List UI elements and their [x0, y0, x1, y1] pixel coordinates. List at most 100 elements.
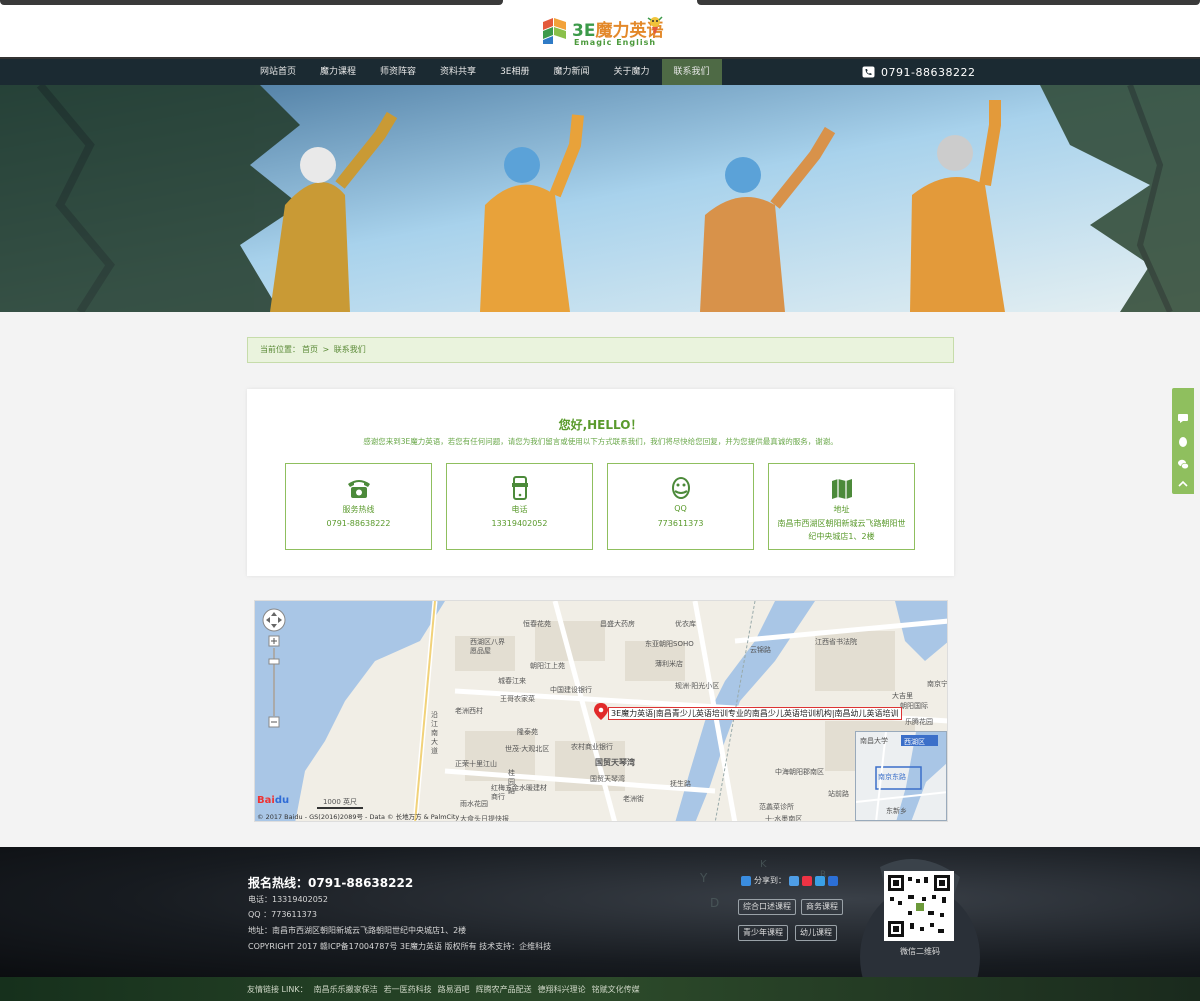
- contact-box-value: 13319402052: [491, 519, 548, 528]
- map-label: 抚生路: [670, 780, 691, 788]
- map-scale: 1000 英尺: [317, 797, 363, 809]
- contact-box-label: 地址: [833, 505, 850, 514]
- map-label: 中海朝阳郡南区: [775, 768, 824, 776]
- nav-item-news[interactable]: 魔力新闻: [541, 59, 601, 85]
- nav-item-home[interactable]: 网站首页: [248, 59, 308, 85]
- header-decor-right: [697, 0, 1200, 5]
- course-button-oral[interactable]: 综合口述课程: [738, 899, 796, 915]
- share-bar: 分享到：: [741, 875, 838, 886]
- nav-item-about[interactable]: 关于魔力: [602, 59, 662, 85]
- breadcrumb: 当前位置： 首页 > 联系我们: [247, 337, 954, 363]
- map-label: 愿品屋: [470, 647, 491, 655]
- map-label: 昌盛大药房: [600, 620, 635, 628]
- qq-penguin-icon: [671, 477, 690, 499]
- share-plus-icon[interactable]: [741, 875, 751, 886]
- map-label-district: 国贸天琴湾: [595, 758, 635, 767]
- friend-link[interactable]: 南昌乐乐搬家保洁: [314, 984, 378, 995]
- nav-phone: 0791-88638222: [862, 65, 975, 79]
- nav-item-courses[interactable]: 魔力课程: [308, 59, 368, 85]
- map-label: 站前路: [828, 790, 849, 798]
- hero-banner: [0, 85, 1200, 312]
- course-button-business[interactable]: 商务课程: [801, 899, 843, 915]
- contact-box-label: 电话: [511, 505, 528, 514]
- breadcrumb-current[interactable]: 联系我们: [334, 345, 366, 354]
- contact-box-label: 服务热线: [342, 505, 375, 514]
- site-logo[interactable]: 3E魔力英语 Emagic English: [540, 14, 664, 50]
- share-qzone-icon[interactable]: [789, 875, 799, 886]
- contact-box-value: 0791-88638222: [326, 519, 391, 528]
- friend-link[interactable]: 路易酒吧: [438, 984, 470, 995]
- map-label: 隆泰苑: [517, 728, 538, 736]
- contact-box-mobile: 电话 13319402052: [446, 463, 593, 550]
- friend-link[interactable]: 德翔科兴理论: [538, 984, 586, 995]
- share-renren-icon[interactable]: [828, 875, 838, 886]
- nav-item-teachers[interactable]: 师资阵容: [368, 59, 428, 85]
- map-label: 江西省书法院: [815, 638, 857, 646]
- map-label: 恒春花苑: [523, 620, 551, 628]
- contact-title: 您好,HELLO！: [558, 418, 643, 432]
- share-weibo-icon[interactable]: [802, 875, 812, 886]
- friend-links-label: 友情链接 LINK：: [247, 985, 308, 994]
- qr-label: 微信二维码: [900, 947, 940, 956]
- nav-item-contact[interactable]: 联系我们: [661, 59, 722, 85]
- contact-intro: 感谢您来到3E魔力英语，若您有任何问题，请您为我们留言或使用以下方式联系我们，我…: [363, 437, 838, 446]
- wechat-qr-code: [884, 871, 954, 941]
- footer-background-image: Y D K R: [699, 859, 980, 977]
- map-label: 雨水花园: [460, 800, 488, 808]
- friend-links-bar: 友情链接 LINK： 南昌乐乐搬家保洁 若一医药科技 路易酒吧 辉腾农产品配送 …: [0, 977, 1200, 1001]
- friend-link[interactable]: 铭赋文化传媒: [592, 984, 640, 995]
- telephone-icon: [347, 480, 370, 498]
- map-label: 农村商业银行: [571, 743, 613, 751]
- map-label: 朝阳国际: [900, 702, 928, 710]
- course-button-kids[interactable]: 幼儿课程: [795, 925, 837, 941]
- nav-phone-number: 0791-88638222: [881, 65, 976, 79]
- map-label: 规洲·阳光小区: [675, 682, 720, 690]
- top-header: 3E魔力英语 Emagic English: [0, 0, 1200, 57]
- map-label: 优衣库: [675, 620, 696, 628]
- map-label: 云锦路: [750, 646, 771, 654]
- svg-text:D: D: [710, 896, 719, 910]
- mobile-phone-icon: [511, 476, 528, 500]
- contact-box-label: QQ: [674, 504, 687, 513]
- svg-text:K: K: [760, 859, 767, 870]
- map-icon: [831, 479, 852, 499]
- footer-address: 地址：南昌市西湖区朝阳新城云飞路朝阳世纪中央城店1、2楼: [248, 926, 467, 935]
- map-label-road: 沿江南大道: [431, 711, 438, 755]
- course-button-teen[interactable]: 青少年课程: [738, 925, 788, 941]
- footer: Y D K R 报名热线：0791-88638222 电话：1331940205…: [0, 847, 1200, 977]
- map-label: 范蠡菜诊所: [759, 803, 794, 811]
- contact-box-qq: QQ 773611373: [607, 463, 754, 550]
- logo-mascot-icon: [647, 16, 663, 35]
- breadcrumb-home-link[interactable]: 首页: [302, 345, 318, 354]
- map-label: 西湖区: [904, 738, 925, 746]
- banner-photo-image: [0, 85, 1200, 312]
- share-tencent-weibo-icon[interactable]: [815, 875, 825, 886]
- map-label: 乐腾花园: [905, 718, 933, 726]
- friend-link[interactable]: 辉腾农产品配送: [476, 984, 532, 995]
- main-nav: 网站首页 魔力课程 师资阵容 资料共享 3E相册 魔力新闻 关于魔力 联系我们 …: [0, 57, 1200, 85]
- side-contact-widget: [1172, 388, 1194, 494]
- message-icon[interactable]: [1177, 412, 1189, 424]
- nav-item-resources[interactable]: 资料共享: [428, 59, 488, 85]
- contact-box-value: 南昌市西湖区朝阳新城云飞路朝阳世纪中央城店1、2楼: [777, 519, 906, 541]
- logo-en-text: Emagic English: [574, 38, 657, 47]
- nav-item-album[interactable]: 3E相册: [488, 59, 541, 85]
- qq-icon[interactable]: [1177, 436, 1189, 448]
- map-label: 东亚朝阳SOHO: [645, 640, 694, 648]
- phone-icon: [862, 66, 875, 78]
- nav-items: 网站首页 魔力课程 师资阵容 资料共享 3E相册 魔力新闻 关于魔力 联系我们: [248, 59, 722, 85]
- friend-link[interactable]: 若一医药科技: [384, 984, 432, 995]
- up-arrow-icon[interactable]: [1177, 478, 1189, 490]
- map-label: 城春江来: [498, 677, 526, 685]
- map-marker-popup[interactable]: 3E魔力英语|南昌青少儿英语培训专业的南昌少儿英语培训机构|南昌幼儿英语培训: [608, 707, 902, 720]
- wechat-icon[interactable]: [1177, 458, 1189, 470]
- map-label: 大吉里: [892, 692, 913, 700]
- map-label: 薄利米店: [655, 660, 683, 668]
- map-zoom-control[interactable]: [261, 607, 291, 737]
- map-label: 王哥农家菜: [500, 695, 535, 703]
- overview-minimap[interactable]: 南昌大学 西湖区 南京东路 东新乡: [855, 731, 947, 821]
- svg-text:Y: Y: [699, 871, 708, 885]
- map-label: 老洲街: [623, 795, 644, 803]
- map-label: 正荣十里江山: [455, 760, 497, 768]
- footer-qq: QQ ：773611373: [248, 910, 317, 919]
